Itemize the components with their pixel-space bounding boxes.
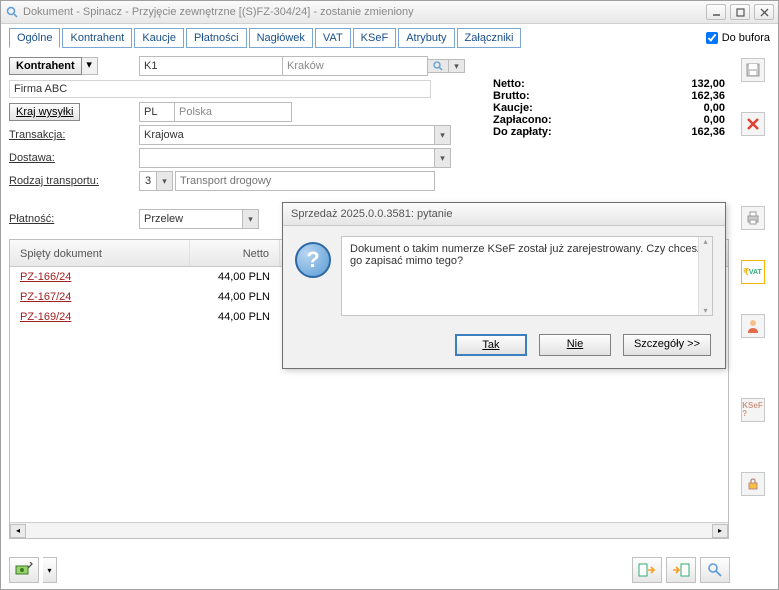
print-icon[interactable] [741,206,765,230]
save-icon[interactable] [741,58,765,82]
brutto-label: Brutto: [493,90,530,102]
kraj-name-input [174,102,292,122]
doc-link[interactable]: PZ-169/24 [10,309,190,325]
scroll-up-icon[interactable]: ▴ [703,237,707,246]
lock-icon[interactable] [741,472,765,496]
dialog-message: Dokument o takim numerze KSeF został już… [350,243,703,267]
doc-link[interactable]: PZ-167/24 [10,289,190,305]
dialog-buttons: Tak Nie Szczegóły >> [283,326,725,368]
row-dostawa: Dostawa: ▾ [9,148,729,168]
brutto-value: 162,36 [691,90,725,102]
vat-icon[interactable]: ₹VAT [741,260,765,284]
window-buttons [706,4,774,20]
right-toolbar: ₹VAT KSeF? [735,50,770,575]
search-tool[interactable] [700,557,730,583]
do-bufora-input[interactable] [706,32,718,44]
kraj-wysylki-button[interactable]: Kraj wysyłki [9,103,80,121]
dialog-title: Sprzedaż 2025.0.0.3581: pytanie [283,203,725,226]
ksef-help-icon[interactable]: KSeF? [741,398,765,422]
export-tool[interactable] [632,557,662,583]
user-icon[interactable] [741,314,765,338]
grid-scrollbar[interactable]: ◂ ▸ [10,522,728,538]
scroll-track[interactable] [26,524,712,538]
tab-kaucje[interactable]: Kaucje [134,28,184,48]
kontrahent-lookup-dropdown[interactable]: ▾ [449,59,465,73]
money-tool[interactable] [9,557,39,583]
minimize-button[interactable] [706,4,726,20]
platnosc-select[interactable] [139,209,243,229]
tab-naglowek[interactable]: Nagłówek [249,28,313,48]
dostawa-select[interactable] [139,148,435,168]
import-tool[interactable] [666,557,696,583]
rodzaj-dropdown[interactable]: ▾ [157,171,173,191]
doc-netto: 44,00 PLN [190,309,280,325]
tab-ogolne[interactable]: Ogólne [9,28,60,48]
col-spiety-dokument[interactable]: Spięty dokument [10,240,190,266]
dialog-body: ? Dokument o takim numerze KSeF został j… [283,226,725,326]
col-netto[interactable]: Netto [190,240,280,266]
tab-strip: Ogólne Kontrahent Kaucje Płatności Nagłó… [9,28,706,48]
tab-atrybuty[interactable]: Atrybuty [398,28,454,48]
do-zaplaty-value: 162,36 [691,126,725,138]
doc-netto: 44,00 PLN [190,269,280,285]
dostawa-label: Dostawa: [9,152,115,164]
magnifier-icon [5,5,19,19]
maximize-button[interactable] [730,4,750,20]
do-bufora-checkbox[interactable]: Do bufora [706,32,770,44]
netto-value: 132,00 [691,78,725,90]
platnosc-label: Płatność: [9,213,115,225]
kontrahent-button[interactable]: Kontrahent [9,57,82,75]
bottom-toolbar: ▾ [9,557,730,583]
dialog-message-box: Dokument o takim numerze KSeF został już… [341,236,713,316]
zaplacono-label: Zapłacono: [493,114,552,126]
details-button[interactable]: Szczegóły >> [623,334,711,356]
scroll-down-icon[interactable]: ▾ [703,306,707,315]
row-kontrahent: Kontrahent ▾ ▾ [9,56,729,76]
netto-label: Netto: [493,78,525,90]
firma-display [9,80,431,98]
tab-ksef[interactable]: KSeF [353,28,397,48]
delete-icon[interactable] [741,112,765,136]
yes-button[interactable]: Tak [455,334,527,356]
titlebar: Dokument - Spinacz - Przyjęcie zewnętrzn… [1,1,778,24]
do-bufora-label: Do bufora [722,32,770,44]
dialog-scrollbar[interactable]: ▴▾ [698,237,712,315]
doc-link[interactable]: PZ-166/24 [10,269,190,285]
close-button[interactable] [754,4,774,20]
kaucje-label: Kaucje: [493,102,533,114]
top-row: Ogólne Kontrahent Kaucje Płatności Nagłó… [9,28,770,48]
kontrahent-code-input[interactable] [139,56,283,76]
money-dropdown[interactable]: ▾ [43,557,57,583]
dostawa-dropdown[interactable]: ▾ [435,148,451,168]
tab-vat[interactable]: VAT [315,28,351,48]
tab-kontrahent[interactable]: Kontrahent [62,28,132,48]
rodzaj-label: Rodzaj transportu: [9,175,115,187]
confirm-dialog: Sprzedaż 2025.0.0.3581: pytanie ? Dokume… [282,202,726,369]
kraj-code-input[interactable] [139,102,175,122]
scroll-right-button[interactable]: ▸ [712,524,728,538]
transakcja-label: Transakcja: [9,129,115,141]
window-title: Dokument - Spinacz - Przyjęcie zewnętrzn… [23,6,706,18]
doc-netto: 44,00 PLN [190,289,280,305]
tab-zalaczniki[interactable]: Załączniki [457,28,522,48]
scroll-left-button[interactable]: ◂ [10,524,26,538]
platnosc-dropdown[interactable]: ▾ [243,209,259,229]
kaucje-value: 0,00 [704,102,725,114]
rodzaj-code-input[interactable] [139,171,157,191]
rodzaj-name-input [175,171,435,191]
row-rodzaj: Rodzaj transportu: ▾ [9,171,729,191]
no-button[interactable]: Nie [539,334,611,356]
question-icon: ? [295,242,331,278]
totals-panel: Netto: 132,00 Brutto: 162,36 Kaucje: 0,00 Z… [489,78,729,138]
do-zaplaty-label: Do zapłaty: [493,126,552,138]
tab-platnosci[interactable]: Płatności [186,28,247,48]
transakcja-select[interactable] [139,125,435,145]
transakcja-dropdown[interactable]: ▾ [435,125,451,145]
kontrahent-dropdown[interactable]: ▾ [82,57,98,75]
kontrahent-city-input[interactable] [282,56,428,76]
zaplacono-value: 0,00 [704,114,725,126]
kontrahent-lookup-button[interactable] [427,59,449,73]
